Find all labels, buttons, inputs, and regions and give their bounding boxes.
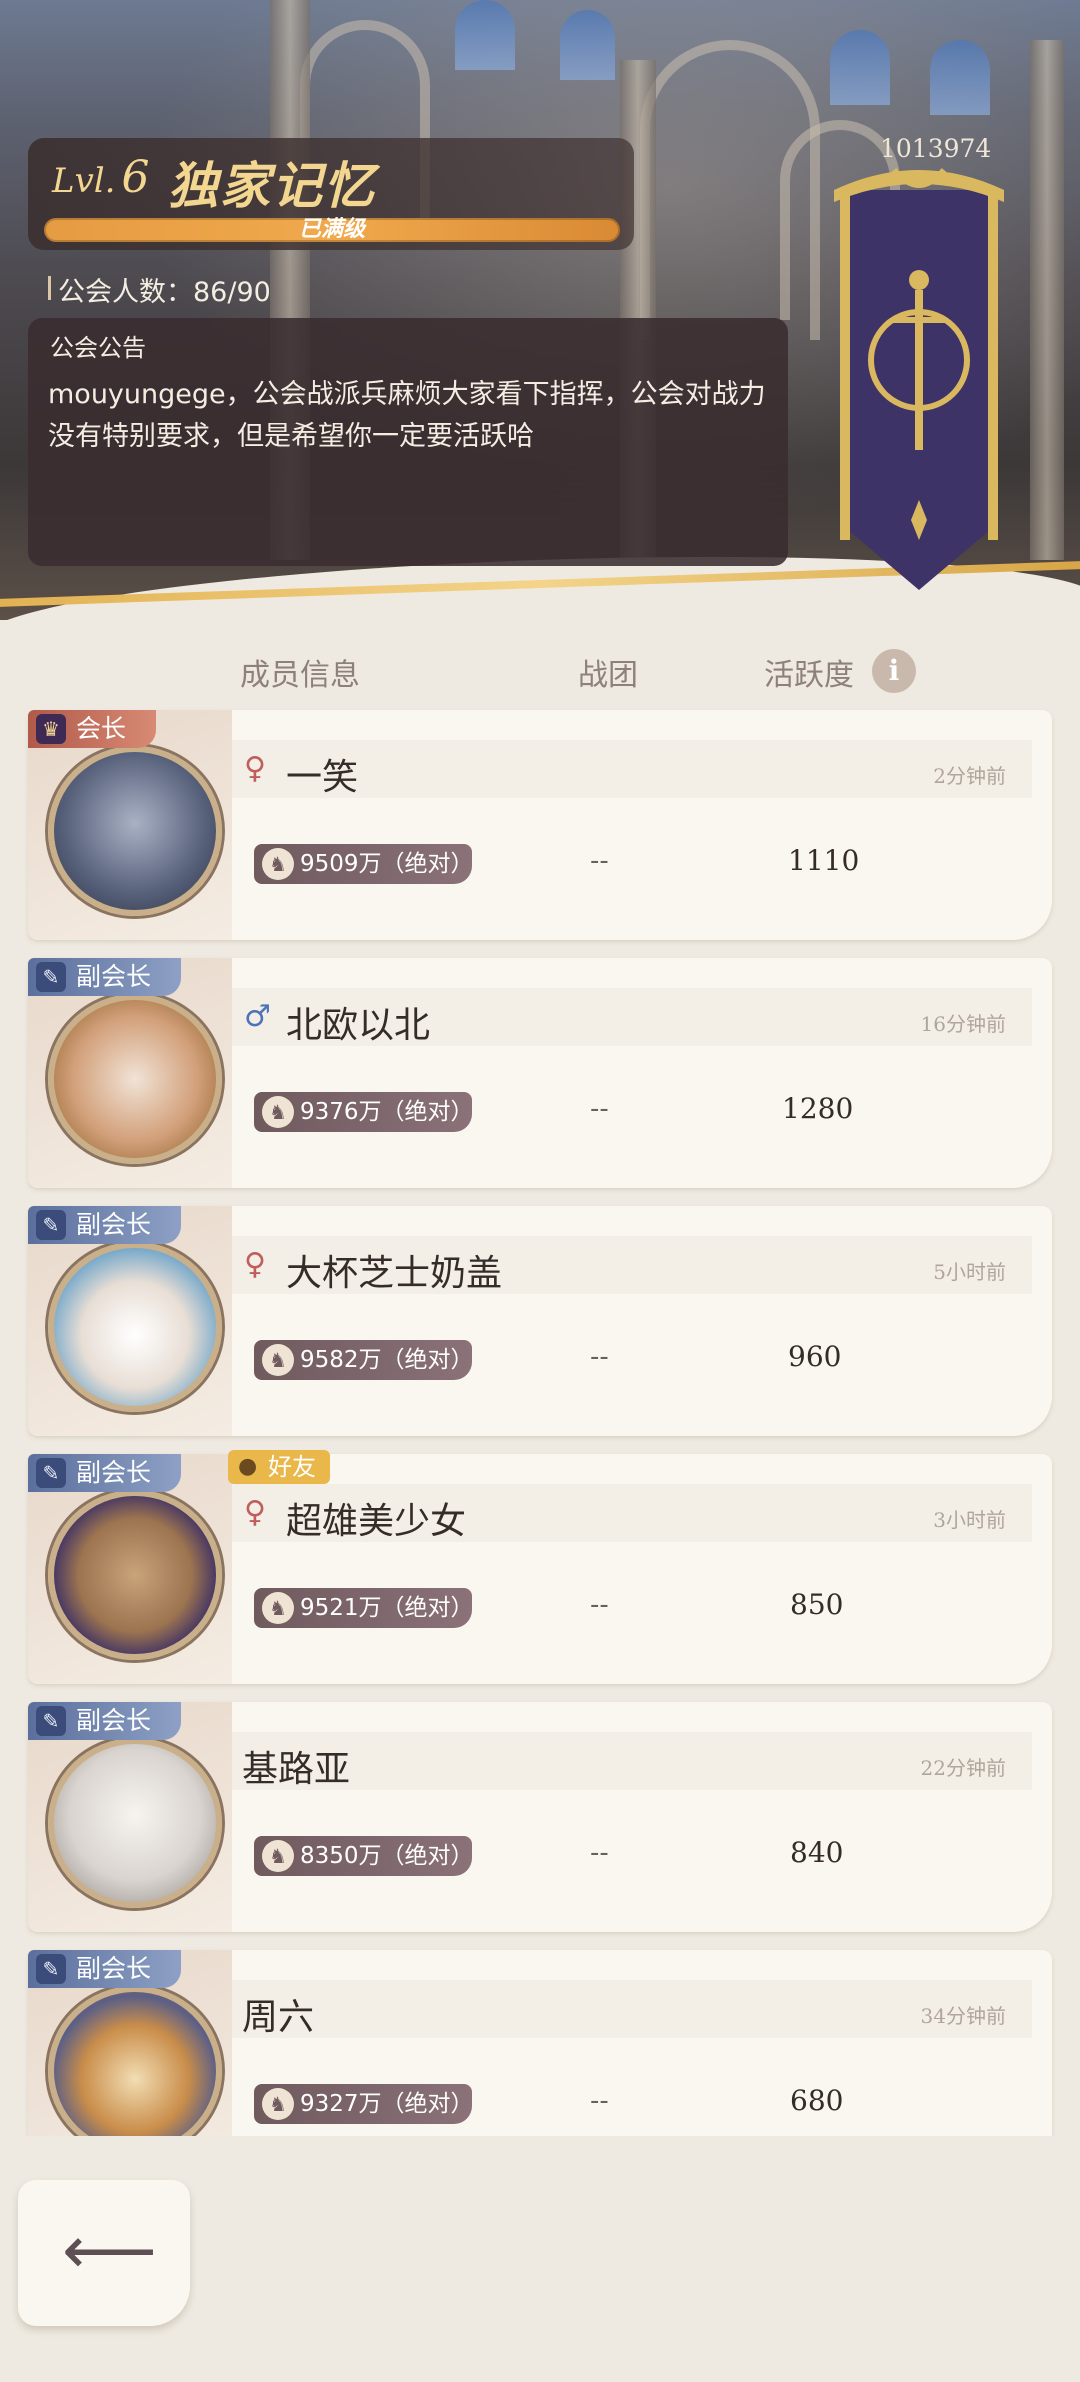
announcement-text: mouyungege，公会战派兵麻烦大家看下指挥，公会对战力没有特别要求，但是希…	[48, 379, 766, 452]
power-badge: ♞ 9376万（绝对）	[254, 1092, 474, 1132]
feather-icon: ✎	[36, 1706, 66, 1736]
avatar[interactable]	[48, 746, 222, 916]
power-badge: ♞ 9582万（绝对）	[254, 1340, 474, 1380]
role-tag: ✎ 副会长	[28, 1950, 182, 1988]
member-team: --	[590, 2086, 609, 2116]
column-team: 战团	[578, 658, 638, 693]
role-tag: ✎ 副会长	[28, 1454, 182, 1492]
avatar[interactable]	[48, 1242, 222, 1412]
member-activity: 960	[788, 1340, 842, 1373]
person-icon: ●	[238, 1454, 258, 1479]
role-tag: ✎ 副会长	[28, 1702, 182, 1740]
member-team: --	[590, 1094, 609, 1124]
feather-icon: ✎	[36, 1458, 66, 1488]
member-team: --	[590, 1590, 609, 1620]
member-activity: 840	[790, 1836, 844, 1869]
member-name: 周六	[242, 1997, 315, 2038]
role-tag: ✎ 副会长	[28, 1206, 182, 1244]
power-icon: ♞	[262, 848, 294, 880]
last-online: 22分钟前	[920, 1756, 1006, 1780]
member-team: --	[590, 1838, 609, 1868]
back-arrow-icon: ⟵	[62, 2212, 157, 2289]
power-icon: ♞	[262, 1344, 294, 1376]
female-icon: ♀	[244, 751, 266, 786]
power-icon: ♞	[262, 2088, 294, 2120]
power-icon: ♞	[262, 1592, 294, 1624]
guild-name: 独家记忆	[168, 156, 376, 215]
power-badge: ♞ 8350万（绝对）	[254, 1836, 474, 1876]
avatar[interactable]	[48, 1738, 222, 1908]
power-badge: ♞ 9327万（绝对）	[254, 2084, 474, 2124]
member-activity: 1110	[788, 844, 860, 877]
member-name: 北欧以北	[286, 1005, 431, 1046]
guild-member-count: 公会人数：86/90	[48, 270, 271, 309]
feather-icon: ✎	[36, 1954, 66, 1984]
power-badge: ♞ 9521万（绝对）	[254, 1588, 474, 1628]
avatar[interactable]	[48, 1490, 222, 1660]
power-icon: ♞	[262, 1096, 294, 1128]
last-online: 5小时前	[933, 1260, 1006, 1284]
member-name: 超雄美少女	[286, 1501, 467, 1542]
announcement-title: 公会公告	[50, 334, 146, 362]
member-name: 基路亚	[242, 1749, 351, 1790]
member-activity: 680	[790, 2084, 844, 2117]
member-activity: 850	[790, 1588, 844, 1621]
info-icon[interactable]: i	[872, 649, 916, 693]
member-list[interactable]: ♛ 会长 ♀ 一笑 2分钟前 ♞ 9509万（绝对） -- 1110 ✎ 副会长…	[0, 706, 1080, 2136]
member-card[interactable]: ✎ 副会长 ♀ 大杯芝士奶盖 5小时前 ♞ 9582万（绝对） -- 960	[28, 1206, 1052, 1436]
last-online: 2分钟前	[933, 764, 1006, 788]
friend-tag: ● 好友	[228, 1450, 330, 1484]
guild-banner-emblem[interactable]	[834, 160, 1004, 600]
crown-icon: ♛	[36, 714, 66, 744]
female-icon: ♀	[244, 1495, 266, 1530]
member-team: --	[590, 1342, 609, 1372]
last-online: 3小时前	[933, 1508, 1006, 1532]
member-card[interactable]: ✎ 副会长 基路亚 22分钟前 ♞ 8350万（绝对） -- 840	[28, 1702, 1052, 1932]
member-card[interactable]: ✎ 副会长 周六 34分钟前 ♞ 9327万（绝对） -- 680	[28, 1950, 1052, 2136]
member-name: 大杯芝士奶盖	[286, 1253, 503, 1294]
feather-icon: ✎	[36, 962, 66, 992]
female-icon: ♀	[244, 1247, 266, 1282]
power-icon: ♞	[262, 1840, 294, 1872]
member-team: --	[590, 846, 609, 876]
guild-level: Lvl. 6	[52, 152, 150, 203]
role-tag: ♛ 会长	[28, 710, 157, 748]
last-online: 16分钟前	[920, 1012, 1006, 1036]
last-online: 34分钟前	[920, 2004, 1006, 2028]
feather-icon: ✎	[36, 1210, 66, 1240]
column-member-info: 成员信息	[240, 658, 360, 693]
member-card[interactable]: ♛ 会长 ♀ 一笑 2分钟前 ♞ 9509万（绝对） -- 1110	[28, 710, 1052, 940]
back-button[interactable]: ⟵	[18, 2180, 190, 2326]
member-card[interactable]: ✎ 副会长 ● 好友 ♀ 超雄美少女 3小时前 ♞ 9521万（绝对） -- 8…	[28, 1450, 1052, 1684]
male-icon: ♂	[244, 999, 271, 1034]
member-card[interactable]: ✎ 副会长 ♂ 北欧以北 16分钟前 ♞ 9376万（绝对） -- 1280	[28, 958, 1052, 1188]
role-tag: ✎ 副会长	[28, 958, 182, 996]
member-name: 一笑	[286, 757, 359, 798]
guild-level-status: 已满级	[298, 217, 365, 242]
member-activity: 1280	[782, 1092, 854, 1125]
avatar[interactable]	[48, 994, 222, 1164]
guild-id: 1013974	[880, 134, 992, 163]
power-badge: ♞ 9509万（绝对）	[254, 844, 474, 884]
column-activity: 活跃度	[764, 658, 854, 693]
